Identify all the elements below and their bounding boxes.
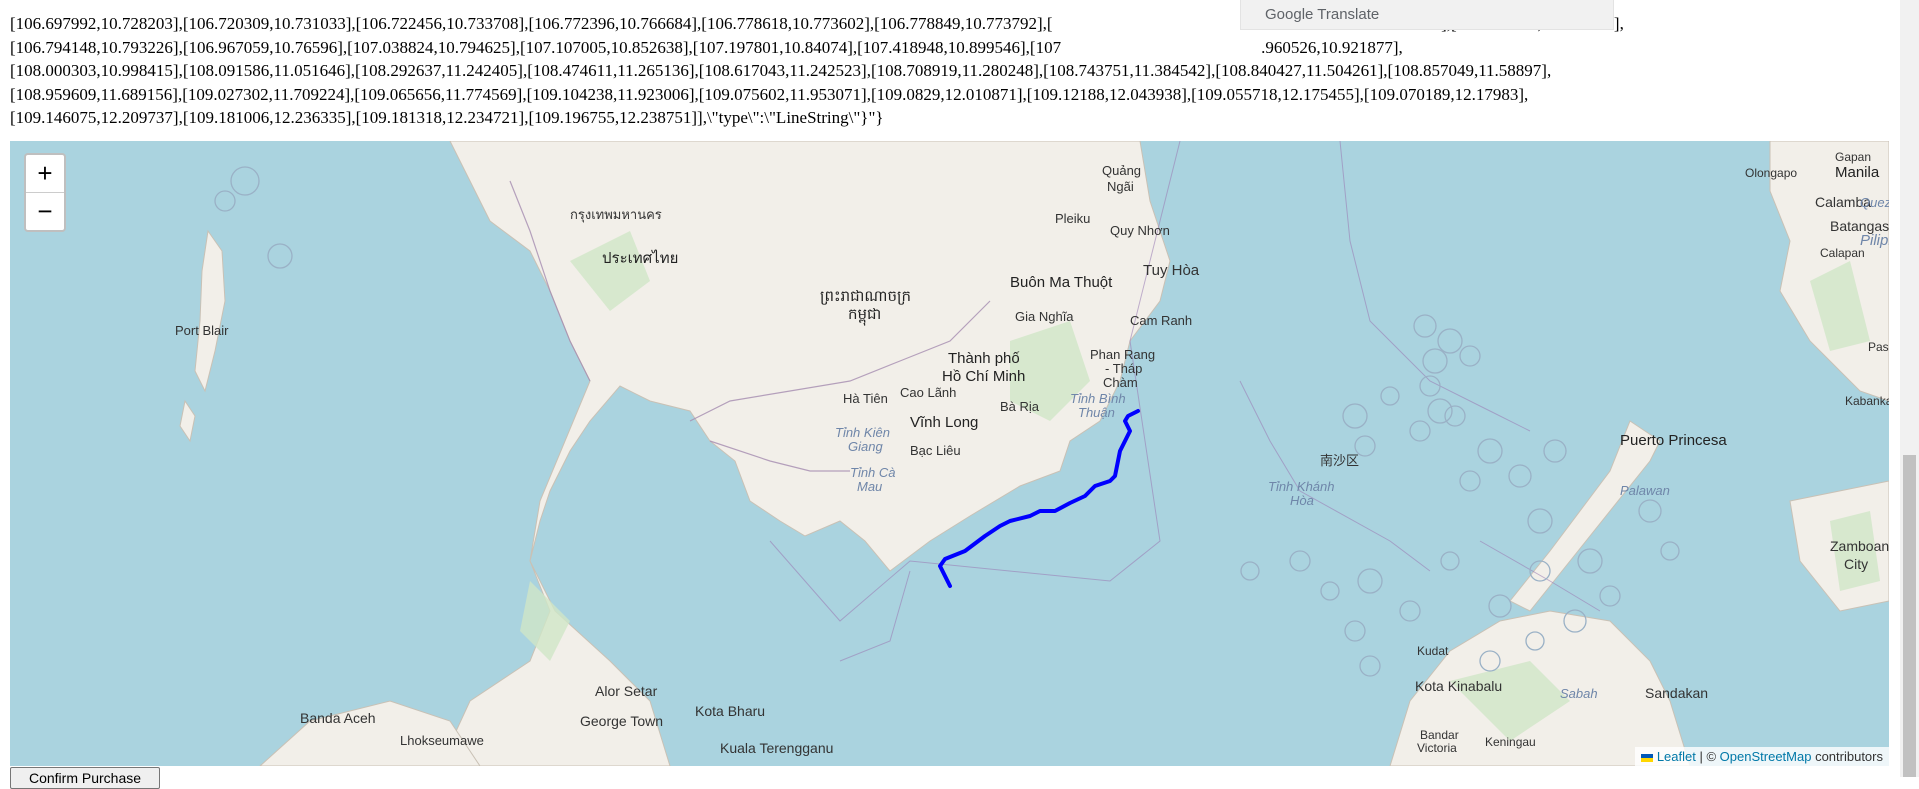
map-label: Thành phố: [948, 350, 1020, 367]
map-attribution: Leaflet | © OpenStreetMap contributors: [1634, 747, 1889, 766]
zoom-control: + −: [24, 153, 66, 232]
zoom-out-button[interactable]: −: [26, 193, 64, 230]
map-label: Kota Bharu: [695, 703, 765, 719]
attribution-separator: | ©: [1695, 749, 1720, 764]
geojson-line: [106.794148,10.793226],[106.967059,10.76…: [10, 37, 1403, 57]
map-label: Buôn Ma Thuột: [1010, 274, 1113, 291]
map-label: Quảng: [1102, 163, 1141, 178]
map-label: ព្រះរាជាណាចក្រ: [820, 288, 911, 305]
land-palawan: [1509, 420, 1661, 612]
map-label: Giang: [848, 439, 883, 454]
scrollbar-thumb[interactable]: [1903, 455, 1916, 777]
map-label: Vĩnh Long: [910, 414, 978, 431]
map-label: Banda Aceh: [300, 710, 376, 726]
land-andaman-2: [179, 399, 196, 443]
map-label: Port Blair: [175, 323, 229, 338]
map-label: Ngãi: [1107, 179, 1134, 194]
map-label: Victoria: [1417, 741, 1457, 755]
map-label: Olongapo: [1745, 166, 1797, 180]
geojson-line: [109.146075,12.209737],[109.181006,12.23…: [10, 108, 884, 127]
map-label: Pleiku: [1055, 211, 1090, 226]
map-label: Quy Nhơn: [1110, 223, 1170, 238]
map-label: Tỉnh Bình: [1070, 391, 1126, 406]
map-label: Hồ Chí Minh: [942, 368, 1025, 385]
zoom-in-button[interactable]: +: [26, 155, 64, 192]
land-andaman: [194, 229, 226, 393]
land-mainland: [439, 141, 1171, 766]
map-label: Calapan: [1820, 246, 1865, 260]
map-label: Hòa: [1290, 493, 1314, 508]
map-label: George Town: [580, 713, 663, 729]
map-label: Phan Rang: [1090, 347, 1155, 362]
google-translate-label: Google Translate: [1265, 6, 1380, 23]
attribution-tail: contributors: [1811, 749, 1883, 764]
map-label: Chàm: [1103, 375, 1138, 390]
map-label: Quezon: [1860, 195, 1889, 210]
map-label: Hà Tiên: [843, 391, 888, 406]
map-label: 南沙区: [1320, 453, 1359, 468]
map-label: Tuy Hòa: [1143, 262, 1200, 279]
map-label: Lhokseumawe: [400, 733, 484, 748]
map-label: Palawan: [1620, 483, 1670, 498]
geojson-line: [108.959609,11.689156],[109.027302,11.70…: [10, 84, 1529, 104]
map-label: Kabankalan: [1845, 394, 1889, 408]
map-label: Keningau: [1485, 735, 1536, 749]
map-label: Mau: [857, 479, 882, 494]
map-label: Thuận: [1078, 405, 1115, 420]
map-label: Passi: [1868, 340, 1889, 354]
map-label: Puerto Princesa: [1620, 432, 1727, 449]
map-tiles: Quảng Ngãi Pleiku Quy Nhơn Tuy Hòa Buôn …: [175, 141, 1889, 766]
map-label: Zamboanga: [1830, 538, 1889, 554]
map-label: Cam Ranh: [1130, 313, 1192, 328]
map-label: City: [1844, 556, 1868, 572]
map-label: Sabah: [1560, 686, 1598, 701]
map-label: Tỉnh Khánh: [1268, 479, 1335, 494]
map-label: Bạc Liêu: [910, 443, 961, 458]
map-label: Sandakan: [1645, 685, 1708, 701]
map-label: Alor Setar: [595, 683, 658, 699]
map-label: Tỉnh Kiên: [835, 425, 890, 440]
map-label: Kuala Terengganu: [720, 740, 833, 756]
map-label: Gia Nghĩa: [1015, 309, 1074, 324]
geojson-line: [108.000303,10.998415],[108.091586,11.05…: [10, 61, 1552, 80]
leaflet-link[interactable]: Leaflet: [1657, 749, 1696, 764]
page-scrollbar[interactable]: [1900, 0, 1919, 777]
map-label: Gapan: [1835, 150, 1871, 164]
map-label: Tỉnh Cà: [850, 465, 896, 480]
map-label: ประเทศไทย: [602, 249, 678, 267]
map-label: Pilipinas: [1860, 232, 1889, 249]
leaflet-map[interactable]: Quảng Ngãi Pleiku Quy Nhơn Tuy Hòa Buôn …: [10, 141, 1889, 766]
map-label: - Tháp: [1105, 361, 1142, 376]
google-translate-bar[interactable]: Google Translate: [1240, 0, 1614, 30]
map-label: Cao Lãnh: [900, 385, 956, 400]
map-label: Bà Rịa: [1000, 399, 1040, 414]
map-label: Bandar: [1420, 728, 1459, 742]
map-label: กรุงเทพมหานคร: [570, 207, 662, 223]
openstreetmap-link[interactable]: OpenStreetMap: [1720, 749, 1812, 764]
ukraine-flag-icon: [1640, 753, 1653, 762]
map-label: Manila: [1835, 164, 1880, 181]
map-label: Kudat: [1417, 644, 1449, 658]
map-label: Kota Kinabalu: [1415, 678, 1502, 694]
confirm-purchase-button[interactable]: Confirm Purchase: [10, 767, 160, 789]
